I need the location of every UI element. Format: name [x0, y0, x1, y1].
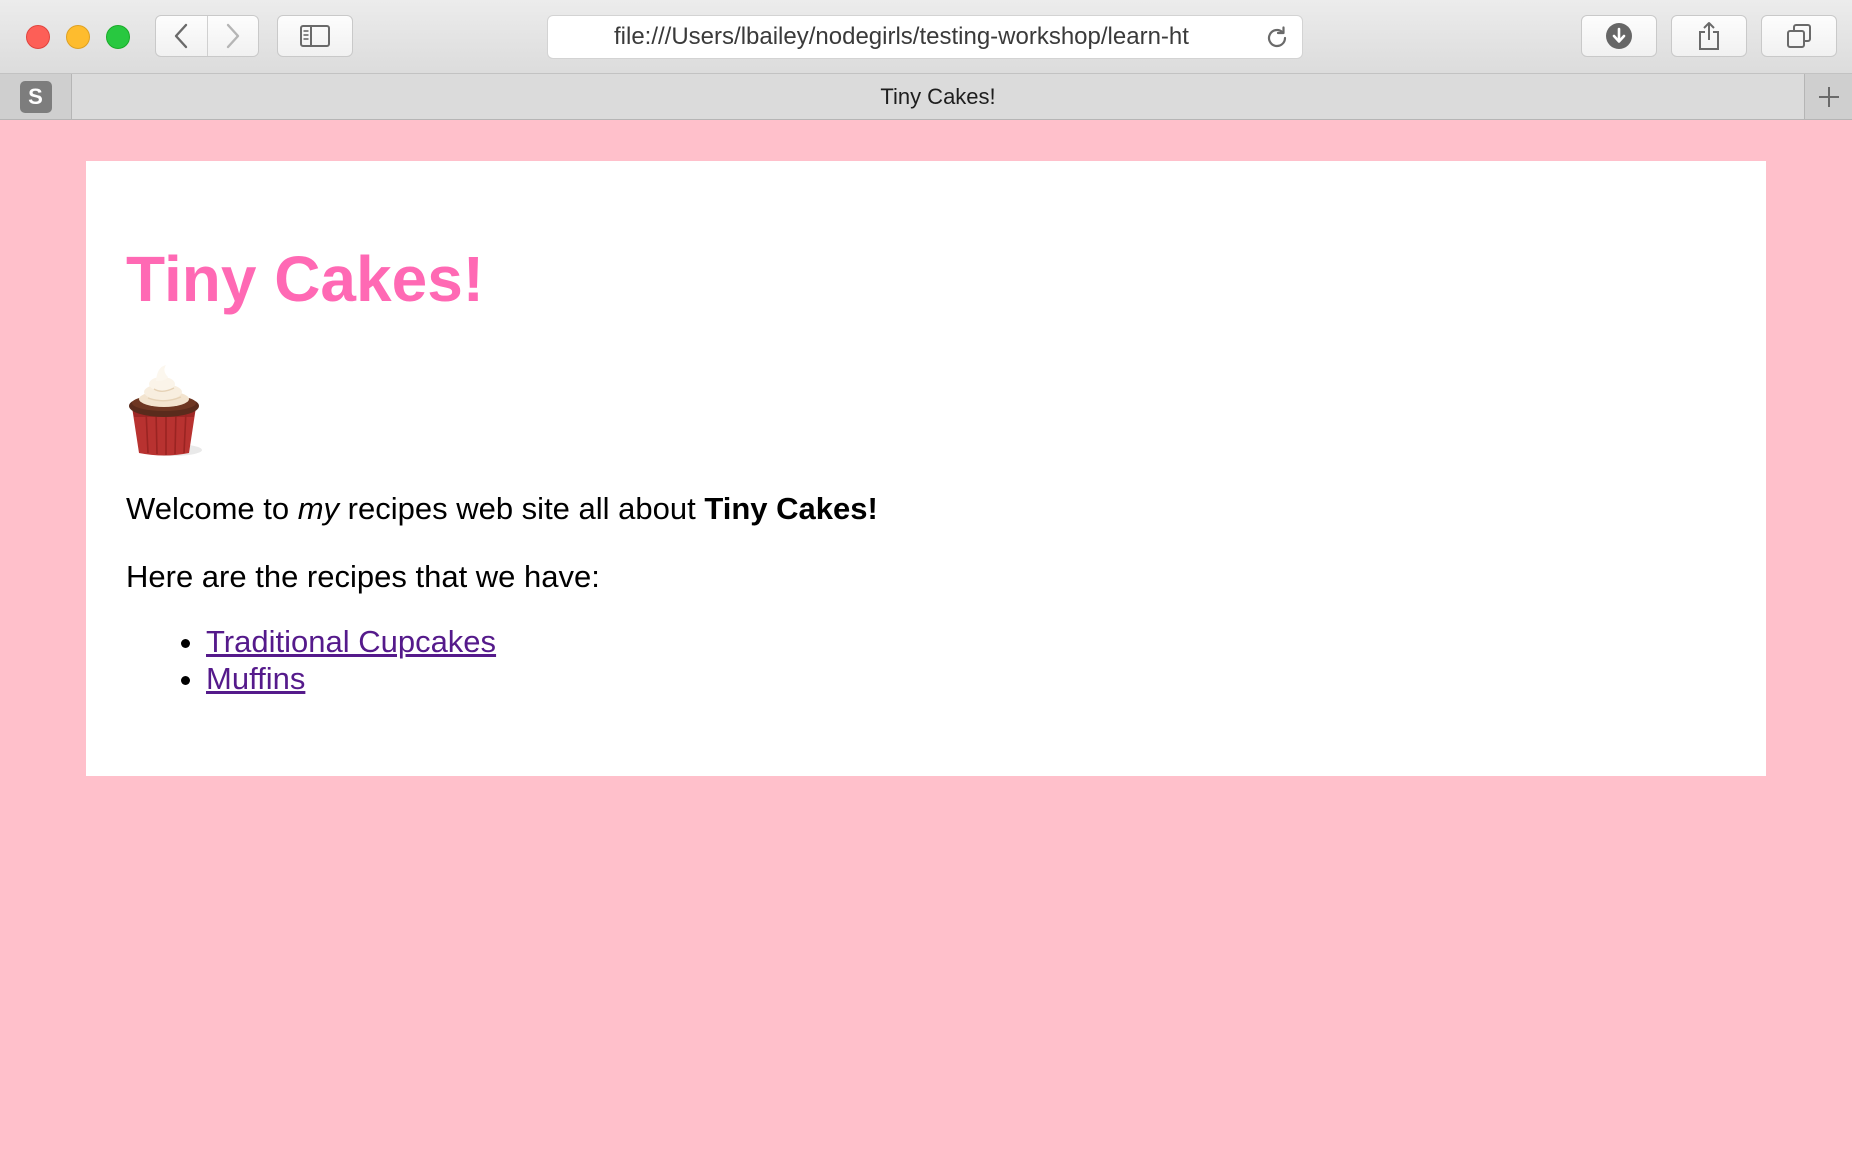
forward-button[interactable]: [206, 16, 259, 56]
new-tab-button[interactable]: [1804, 74, 1852, 119]
welcome-emphasis: my: [297, 491, 340, 526]
content-card: Tiny Cakes! Welcome to my recipes web si…: [86, 161, 1766, 776]
share-icon: [1699, 22, 1719, 50]
list-item: Muffins: [206, 660, 496, 697]
navigation-buttons: [155, 15, 259, 57]
page-title: Tiny Cakes!: [126, 243, 485, 315]
share-button[interactable]: [1671, 15, 1747, 57]
downloads-button[interactable]: [1581, 15, 1657, 57]
plus-icon: [1818, 86, 1839, 107]
close-window-button[interactable]: [26, 25, 50, 49]
reload-icon[interactable]: [1264, 25, 1290, 51]
download-icon: [1606, 23, 1632, 49]
zoom-window-button[interactable]: [106, 25, 130, 49]
tab-bar: S Tiny Cakes!: [0, 74, 1852, 120]
recipe-list: Traditional Cupcakes Muffins: [126, 623, 496, 697]
tab-overview-button[interactable]: [1761, 15, 1837, 57]
recipes-intro: Here are the recipes that we have:: [126, 559, 600, 594]
browser-toolbar: file:///Users/lbailey/nodegirls/testing-…: [0, 0, 1852, 74]
cupcake-image: [129, 365, 202, 456]
tab-favicon: S: [19, 80, 52, 113]
pinned-tab[interactable]: S: [0, 74, 72, 119]
chevron-right-icon: [226, 23, 239, 49]
tab-title: Tiny Cakes!: [880, 83, 996, 109]
sidebar-button[interactable]: [277, 15, 353, 57]
back-button[interactable]: [156, 16, 207, 56]
welcome-strong: Tiny Cakes!: [704, 491, 878, 526]
tab-tiny-cakes[interactable]: Tiny Cakes!: [72, 74, 1804, 119]
welcome-text-middle: recipes web site all about: [339, 491, 705, 526]
minimize-window-button[interactable]: [66, 25, 90, 49]
recipe-link-traditional-cupcakes[interactable]: Traditional Cupcakes: [206, 624, 496, 659]
welcome-text-start: Welcome to: [126, 491, 298, 526]
tabs-overview-icon: [1787, 24, 1811, 48]
list-item: Traditional Cupcakes: [206, 623, 496, 660]
welcome-text: Welcome to my recipes web site all about…: [126, 491, 878, 527]
url-text[interactable]: file:///Users/lbailey/nodegirls/testing-…: [614, 16, 1230, 58]
recipe-link-muffins[interactable]: Muffins: [206, 661, 305, 696]
address-bar[interactable]: file:///Users/lbailey/nodegirls/testing-…: [547, 15, 1303, 59]
chevron-left-icon: [175, 23, 188, 49]
sidebar-icon: [300, 25, 330, 47]
web-page: Tiny Cakes! Welcome to my recipes web si…: [0, 120, 1852, 1157]
